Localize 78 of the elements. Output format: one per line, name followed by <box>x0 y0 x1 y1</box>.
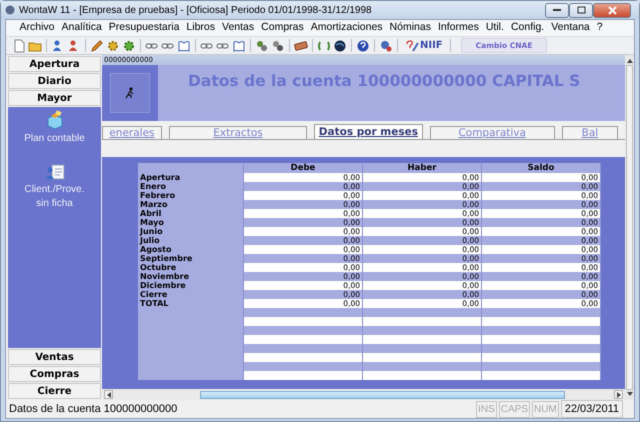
account-heading: Datos de la cuenta 100000000000 CAPITAL S <box>187 71 582 92</box>
sidebar-section-button[interactable]: Diario <box>8 73 101 89</box>
book-icon[interactable] <box>232 38 246 52</box>
card-icon[interactable] <box>294 38 308 52</box>
menu-item[interactable]: Config. <box>507 20 548 36</box>
contact-card-icon[interactable] <box>44 162 64 180</box>
status-indicator: NUM <box>532 400 559 418</box>
sidebar-item[interactable]: Client./Prove. sin ficha <box>18 182 90 212</box>
row-label: TOTAL <box>138 299 244 308</box>
scrollbar-thumb[interactable] <box>200 390 565 398</box>
menu-item[interactable]: ? <box>593 20 606 36</box>
niif-button[interactable]: NIIF <box>420 38 443 53</box>
minimize-icon[interactable] <box>553 8 561 12</box>
row-label: Abril <box>138 209 244 218</box>
status-date: 22/03/2011 <box>560 400 623 418</box>
window-title: WontaW 11 - [Empresa de pruebas] - [Oficiosa] Periodo 01/01/1998-31/12/1998 <box>19 4 373 18</box>
sidebar-section-button[interactable]: Mayor <box>8 90 101 106</box>
vertical-scrollbar[interactable] <box>625 55 634 400</box>
menu-item[interactable]: Archivo <box>16 20 58 36</box>
menu-item[interactable]: Ventana <box>548 20 594 36</box>
tab[interactable]: Datos por meses <box>314 124 423 139</box>
app-icon <box>5 5 15 15</box>
help-icon[interactable] <box>356 38 370 52</box>
sidebar-section-button[interactable]: Ventas <box>8 349 101 365</box>
row-label: Apertura <box>138 173 244 182</box>
status-indicator: INS <box>476 400 497 418</box>
gears-icon[interactable] <box>271 38 285 52</box>
sidebar-item[interactable]: Plan contable <box>18 132 90 146</box>
minimize-button[interactable] <box>545 2 569 18</box>
gear-icon[interactable] <box>106 38 120 52</box>
row-label: Marzo <box>138 200 244 209</box>
row-label: Julio <box>138 236 244 245</box>
sidebar-section-button[interactable]: Apertura <box>8 56 101 72</box>
row-label: Septiembre <box>138 254 244 263</box>
book-icon[interactable] <box>177 38 191 52</box>
status-message: Datos de la cuenta 100000000000 <box>9 402 178 417</box>
menu-item[interactable]: Ventas <box>218 20 258 36</box>
arrows-icon[interactable] <box>317 38 331 52</box>
row-label: Febrero <box>138 191 244 200</box>
right-arrow-icon[interactable] <box>616 392 620 398</box>
gear-icon[interactable] <box>122 38 136 52</box>
row-label: Diciembre <box>138 281 244 290</box>
menu-item[interactable]: Compras <box>258 20 308 36</box>
column-header: Saldo <box>482 163 601 173</box>
row-label: Enero <box>138 182 244 191</box>
column-header: Haber <box>363 163 482 173</box>
row-label: Agosto <box>138 245 244 254</box>
scrollbar-thumb[interactable] <box>626 65 633 390</box>
row-label: Cierre <box>138 290 244 299</box>
menu-item[interactable]: Presupuestaria <box>105 20 183 36</box>
close-icon[interactable] <box>608 6 616 14</box>
down-arrow-icon[interactable] <box>626 392 632 396</box>
row-label: Noviembre <box>138 272 244 281</box>
left-arrow-icon[interactable] <box>106 392 110 398</box>
menu-item[interactable]: Libros <box>182 20 219 36</box>
up-arrow-icon[interactable] <box>626 59 632 63</box>
menu-item[interactable]: Nóminas <box>386 20 434 36</box>
figure-icon <box>125 87 135 99</box>
close-button[interactable] <box>593 2 631 18</box>
menu-item[interactable]: Analítica <box>58 20 106 36</box>
menu-item[interactable]: Informes <box>434 20 482 36</box>
restore-button[interactable] <box>569 2 593 18</box>
question-pencil-icon[interactable] <box>405 38 419 52</box>
menu-item[interactable]: Amortizaciones <box>307 20 386 36</box>
box-icon[interactable] <box>44 110 64 130</box>
globe-icon[interactable] <box>333 38 347 52</box>
settings-icon[interactable] <box>379 38 393 52</box>
column-header: Debe <box>244 163 363 173</box>
menu-item[interactable]: Util. <box>482 20 508 36</box>
sidebar-section-button[interactable]: Compras <box>8 366 101 382</box>
horizontal-scrollbar[interactable] <box>102 389 625 400</box>
status-indicator: CAPS <box>498 400 530 418</box>
gears-icon[interactable] <box>255 38 269 52</box>
row-label: Mayo <box>138 218 244 227</box>
row-label: Junio <box>138 227 244 236</box>
restore-icon[interactable] <box>576 6 586 14</box>
sidebar-section-button[interactable]: Cierre <box>8 383 101 399</box>
row-label: Octubre <box>138 263 244 272</box>
